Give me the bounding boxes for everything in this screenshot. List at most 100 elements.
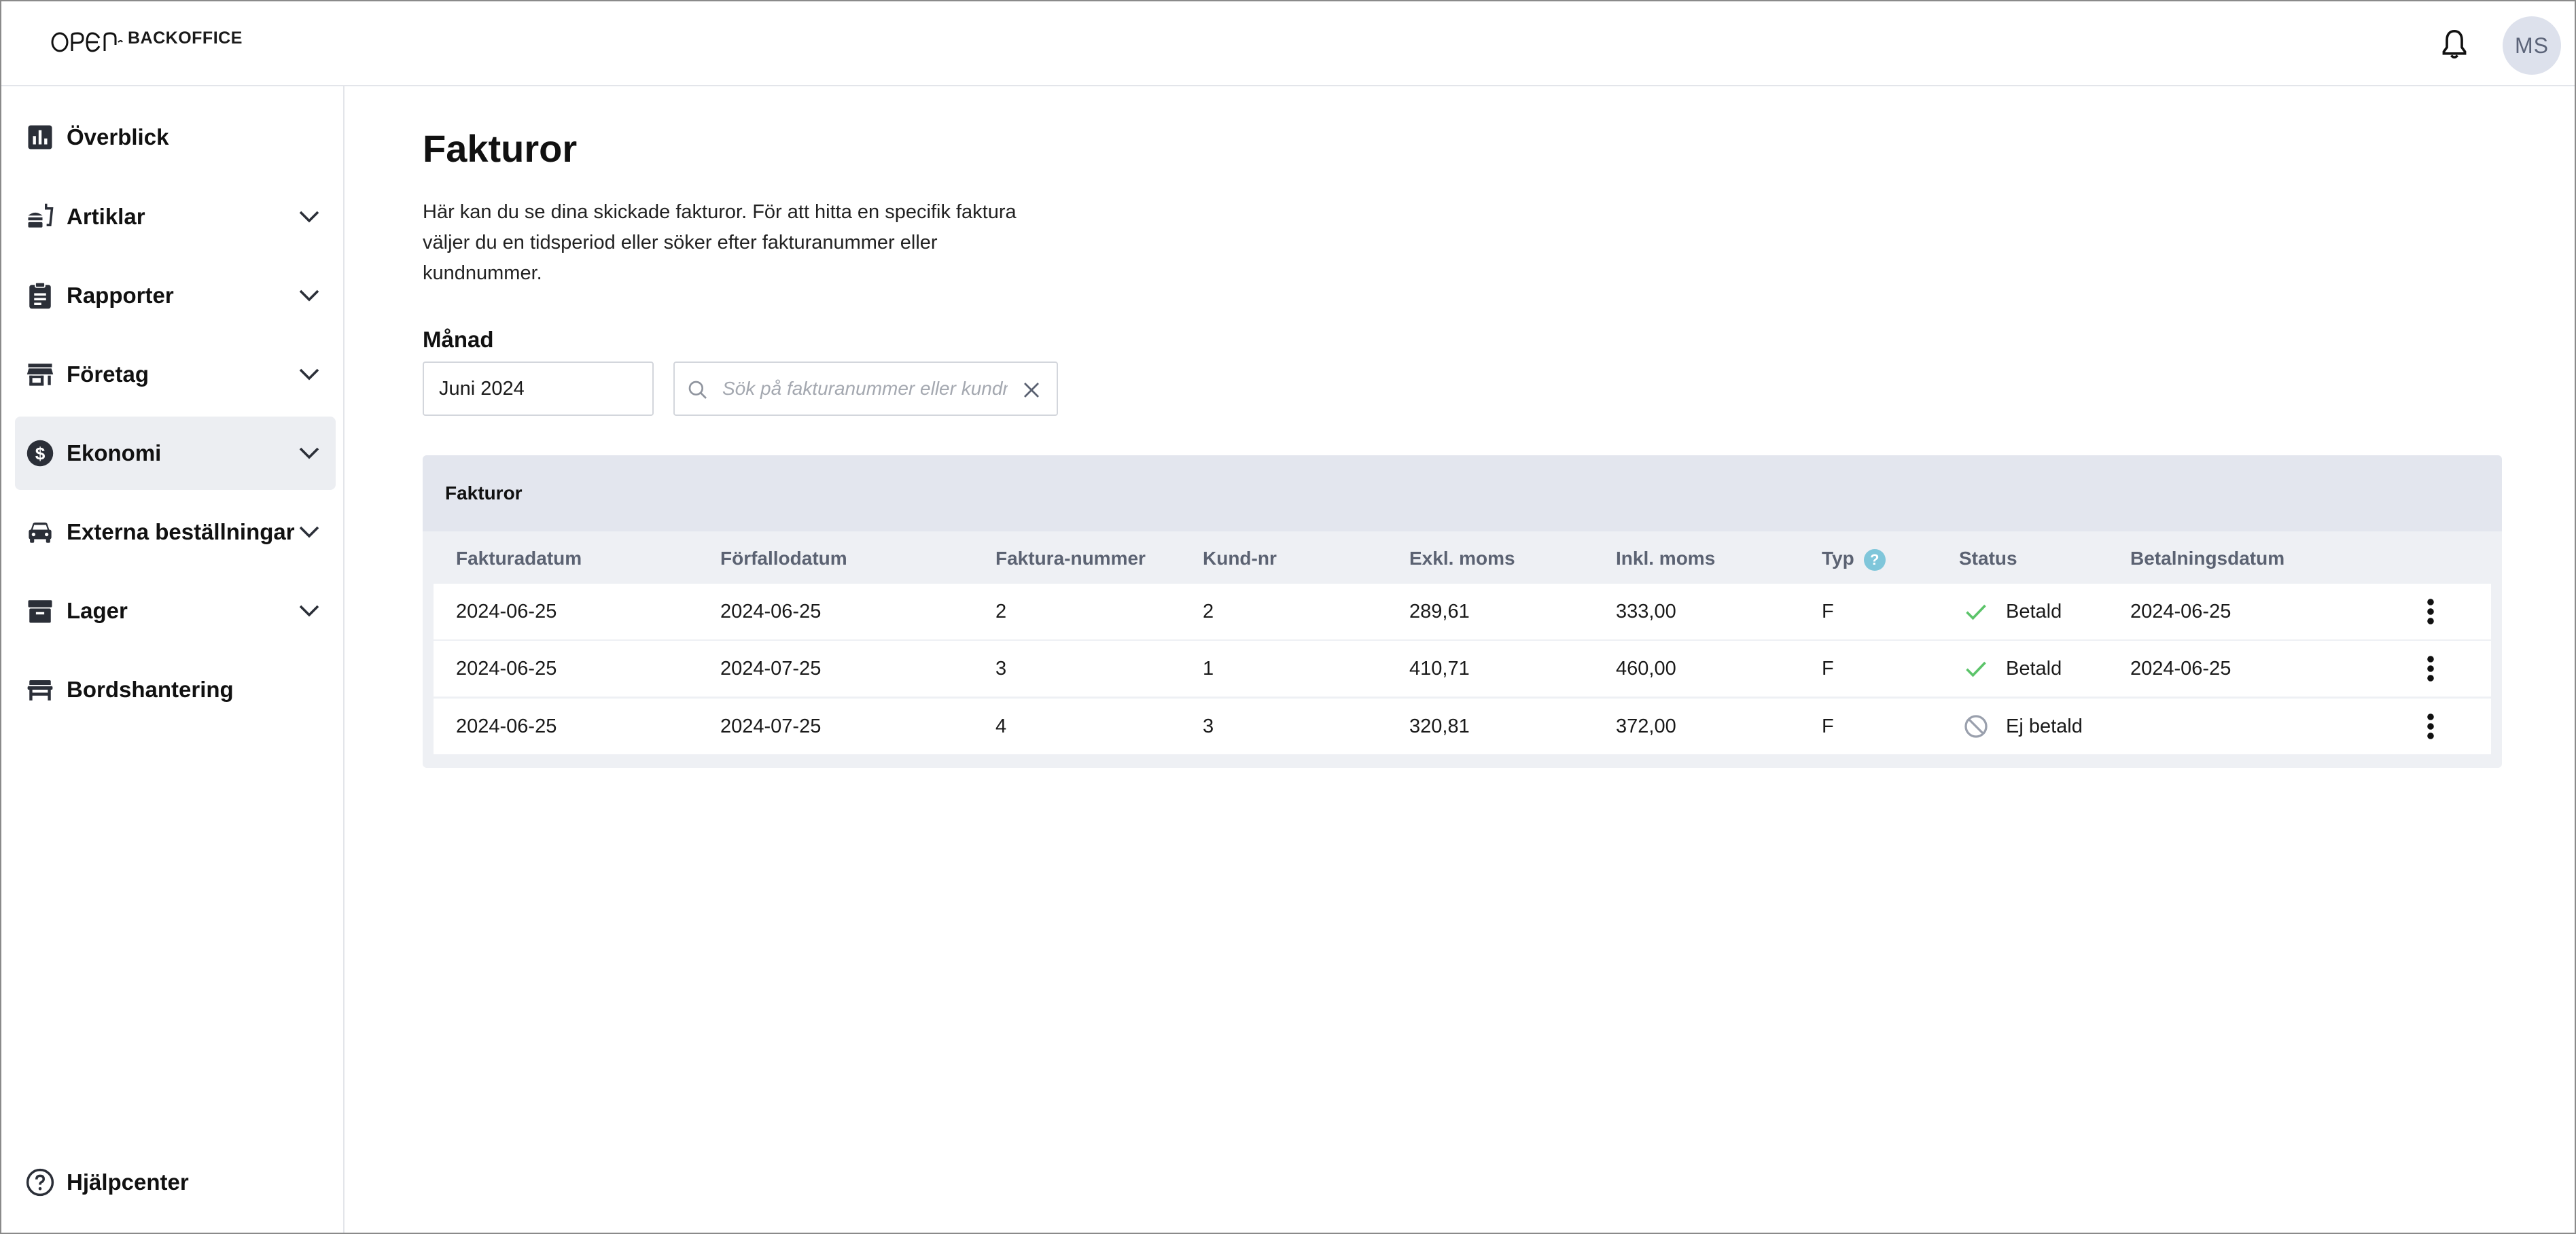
sidebar-item-ekonomi[interactable]: $ Ekonomi <box>15 417 336 490</box>
more-options-icon[interactable] <box>2426 655 2435 682</box>
help-center-label: Hjälpcenter <box>67 1169 189 1195</box>
customer-number-cell: 1 <box>1203 657 1214 680</box>
sidebar-item-label: Externa beställningar <box>67 519 295 544</box>
month-select[interactable]: Juni 2024 <box>423 362 654 416</box>
chevron-down-icon[interactable] <box>298 446 320 460</box>
status-label: Betald <box>2006 600 2062 622</box>
page-title: Fakturor <box>423 127 578 170</box>
svg-text:$: $ <box>35 444 46 464</box>
sidebar-item-label: Lager <box>67 598 128 623</box>
sidebar-item-label: Överblick <box>67 124 169 149</box>
sidebar-item-label: Rapporter <box>67 283 174 308</box>
column-header-incl-vat[interactable]: Inkl. moms <box>1616 548 1715 569</box>
incl-vat-cell: 460,00 <box>1616 657 1676 680</box>
due-date-cell: 2024-07-25 <box>720 657 822 680</box>
help-center-link[interactable]: Hjälpcenter <box>26 1168 189 1197</box>
status-label: Betald <box>2006 657 2062 680</box>
more-options-icon[interactable] <box>2426 598 2435 625</box>
more-options-icon[interactable] <box>2426 713 2435 740</box>
search-icon <box>688 381 707 399</box>
invoice-number-cell: 4 <box>995 715 1007 737</box>
column-header-payment-date[interactable]: Betalningsdatum <box>2130 548 2284 569</box>
sidebar-item-externa-bestallningar[interactable]: Externa beställningar <box>15 495 336 569</box>
car-icon <box>29 523 52 543</box>
search-field[interactable] <box>673 362 1058 416</box>
table-icon <box>27 680 53 701</box>
type-help-icon[interactable]: ? <box>1863 548 1886 571</box>
check-icon <box>1966 604 1986 620</box>
sidebar-item-rapporter[interactable]: Rapporter <box>15 259 336 332</box>
bar-chart-icon <box>28 125 52 149</box>
due-date-cell: 2024-07-25 <box>720 715 822 737</box>
due-date-cell: 2024-06-25 <box>720 600 822 622</box>
invoices-card-header: Fakturor <box>423 455 2502 531</box>
sidebar-item-label: Artiklar <box>67 204 145 229</box>
invoice-date-cell: 2024-06-25 <box>456 600 557 622</box>
excl-vat-cell: 410,71 <box>1409 657 1470 680</box>
column-header-invoice-date[interactable]: Fakturadatum <box>456 548 582 569</box>
invoice-number-cell: 3 <box>995 657 1007 680</box>
chevron-down-icon[interactable] <box>298 210 320 224</box>
incl-vat-cell: 372,00 <box>1616 715 1676 737</box>
status-cell: Betald <box>1964 584 2062 639</box>
open-logo-icon <box>51 32 123 52</box>
status-cell: Betald <box>1964 641 2062 697</box>
status-cell: Ej betald <box>1964 699 2083 754</box>
excl-vat-cell: 320,81 <box>1409 715 1470 737</box>
column-header-type[interactable]: Typ? <box>1822 548 1886 571</box>
invoices-card-title: Fakturor <box>445 482 523 504</box>
type-cell: F <box>1822 657 1834 680</box>
sidebar-item-lager[interactable]: Lager <box>15 574 336 648</box>
column-header-excl-vat[interactable]: Exkl. moms <box>1409 548 1515 569</box>
invoice-date-cell: 2024-06-25 <box>456 657 557 680</box>
chevron-down-icon[interactable] <box>298 289 320 302</box>
payment-date-cell: 2024-06-25 <box>2130 600 2231 622</box>
payment-date-cell: 2024-06-25 <box>2130 657 2231 680</box>
archive-icon <box>28 600 52 623</box>
column-header-status[interactable]: Status <box>1959 548 2017 569</box>
fastfood-icon <box>28 203 54 228</box>
search-input[interactable] <box>722 372 1008 405</box>
sidebar-item-bordshantering[interactable]: Bordshantering <box>15 653 336 726</box>
customer-number-cell: 2 <box>1203 600 1214 622</box>
sidebar-item-foretag[interactable]: Företag <box>15 338 336 411</box>
month-select-value: Juni 2024 <box>439 377 525 400</box>
chevron-down-icon[interactable] <box>298 525 320 539</box>
sidebar: Överblick Artiklar Rapporter Företag $ E… <box>1 86 345 1233</box>
logo[interactable]: BACKOFFICE <box>50 26 243 54</box>
sidebar-item-artiklar[interactable]: Artiklar <box>15 180 336 253</box>
column-header-invoice-number[interactable]: Faktura-nummer <box>995 548 1146 569</box>
chevron-down-icon[interactable] <box>298 368 320 381</box>
status-label: Ej betald <box>2006 715 2083 737</box>
type-cell: F <box>1822 715 1834 737</box>
column-header-due-date[interactable]: Förfallodatum <box>720 548 847 569</box>
column-header-customer-number[interactable]: Kund-nr <box>1203 548 1277 569</box>
top-bar: BACKOFFICE MS <box>1 1 2575 86</box>
table-row[interactable]: 2024-06-25 2024-06-25 2 2 289,61 333,00 … <box>434 584 2491 639</box>
page-description: Här kan du se dina skickade fakturor. Fö… <box>423 201 1017 284</box>
column-header-type-label: Typ <box>1822 548 1854 569</box>
check-icon <box>1966 661 1986 677</box>
dollar-icon: $ <box>27 440 54 467</box>
sidebar-item-label: Bordshantering <box>67 677 234 702</box>
excl-vat-cell: 289,61 <box>1409 600 1470 622</box>
chevron-down-icon[interactable] <box>298 604 320 618</box>
table-row[interactable]: 2024-06-25 2024-07-25 4 3 320,81 372,00 … <box>434 699 2491 754</box>
user-avatar[interactable]: MS <box>2503 16 2561 75</box>
logo-text: BACKOFFICE <box>128 29 243 48</box>
sidebar-item-overblick[interactable]: Överblick <box>15 101 336 174</box>
invoice-date-cell: 2024-06-25 <box>456 715 557 737</box>
storefront-icon <box>27 364 54 386</box>
invoice-number-cell: 2 <box>995 600 1007 622</box>
notification-bell-icon[interactable] <box>2439 29 2469 61</box>
month-label: Månad <box>423 327 494 352</box>
sidebar-item-label: Företag <box>67 362 149 387</box>
table-row[interactable]: 2024-06-25 2024-07-25 3 1 410,71 460,00 … <box>434 641 2491 697</box>
blocked-icon <box>1964 715 1988 738</box>
incl-vat-cell: 333,00 <box>1616 600 1676 622</box>
clear-icon[interactable] <box>1021 380 1042 400</box>
customer-number-cell: 3 <box>1203 715 1214 737</box>
clipboard-icon <box>29 281 51 309</box>
type-cell: F <box>1822 600 1834 622</box>
help-circle-icon <box>26 1168 54 1197</box>
